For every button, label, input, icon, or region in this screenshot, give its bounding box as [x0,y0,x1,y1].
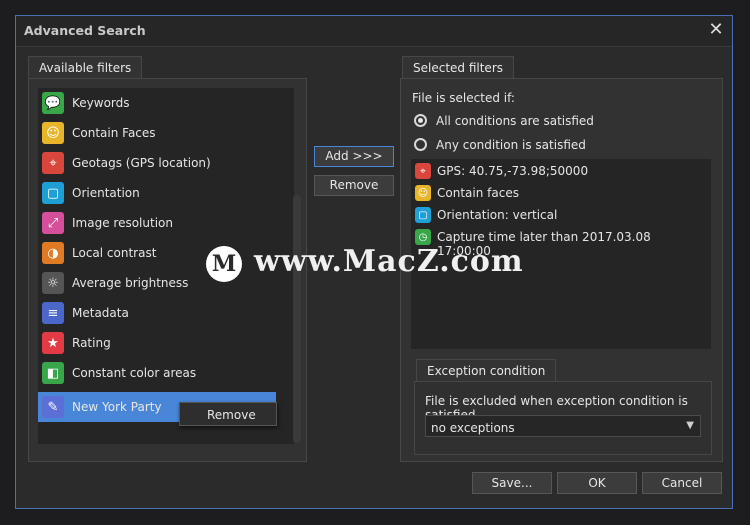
clock-icon: ◷ [415,229,431,245]
orientation-icon: ▢ [415,207,431,223]
context-menu: Remove [179,402,277,426]
rating-icon: ★ [42,332,64,354]
list-item-local-contrast[interactable]: ◑ Local contrast [40,238,292,268]
list-item-capture-time-filter[interactable]: ◷ Capture time later than 2017.03.08 17:… [415,227,705,258]
face-icon: ☺ [415,185,431,201]
list-item-average-brightness[interactable]: ☼ Average brightness [40,268,292,298]
list-item-label: Orientation: vertical [437,208,558,222]
contrast-icon: ◑ [42,242,64,264]
list-item-label: Constant color areas [72,366,197,380]
tab-exception-condition[interactable]: Exception condition [416,359,557,381]
list-item-label: Image resolution [72,216,173,230]
list-item-label: Contain faces [437,186,519,200]
list-item-label: Orientation [72,186,140,200]
geotag-icon: ⌖ [42,152,64,174]
orientation-icon: ▢ [42,182,64,204]
color-areas-icon: ◧ [42,362,64,384]
radio-all-label: All conditions are satisfied [436,114,594,128]
list-item-constant-color-areas[interactable]: ◧ Constant color areas [40,358,292,388]
list-item-gps-filter[interactable]: ⌖ GPS: 40.75,-73.98;50000 [415,161,705,181]
dialog-title: Advanced Search [24,23,146,38]
remove-filter-button[interactable]: Remove [314,175,394,196]
radio-any-condition[interactable] [414,138,427,151]
list-item-label: Capture time later than 2017.03.08 17:00… [437,230,651,258]
list-item-label: Average brightness [72,276,189,290]
list-item-keywords[interactable]: 💬 Keywords [40,88,292,118]
list-item-label: Rating [72,336,111,350]
face-icon: ☺ [42,122,64,144]
advanced-search-dialog: Advanced Search ✕ Available filters 💬 Ke… [15,15,733,509]
list-item-label: Geotags (GPS location) [72,156,211,170]
selected-filters-list: ⌖ GPS: 40.75,-73.98;50000 ☺ Contain face… [411,159,711,349]
list-item-faces-filter[interactable]: ☺ Contain faces [415,183,705,203]
chevron-down-icon: ▼ [686,420,694,431]
pencil-icon: ✎ [42,396,64,418]
close-icon[interactable]: ✕ [706,19,726,41]
tab-available-filters[interactable]: Available filters [28,56,143,78]
resolution-icon: ⤢ [42,212,64,234]
radio-all-conditions[interactable] [414,114,427,127]
save-button[interactable]: Save... [472,472,552,494]
selected-filters-panel: File is selected if: All conditions are … [400,78,723,462]
brightness-icon: ☼ [42,272,64,294]
list-item-rating[interactable]: ★ Rating [40,328,292,358]
selection-heading: File is selected if: [412,91,515,105]
metadata-icon: ≡ [42,302,64,324]
list-item-image-resolution[interactable]: ⤢ Image resolution [40,208,292,238]
keywords-icon: 💬 [42,92,64,114]
list-item-label: New York Party [72,400,162,414]
list-item-contain-faces[interactable]: ☺ Contain Faces [40,118,292,148]
geotag-icon: ⌖ [415,163,431,179]
list-item-label: Keywords [72,96,130,110]
list-item-orientation-filter[interactable]: ▢ Orientation: vertical [415,205,705,225]
title-bar: Advanced Search ✕ [16,16,732,47]
list-item-label: GPS: 40.75,-73.98;50000 [437,164,589,178]
radio-any-label: Any condition is satisfied [436,138,586,152]
list-item-label: Contain Faces [72,126,156,140]
list-item-label: Local contrast [72,246,157,260]
exception-panel: File is excluded when exception conditio… [414,381,712,455]
list-item-orientation[interactable]: ▢ Orientation [40,178,292,208]
exception-dropdown[interactable]: no exceptions ▼ [425,415,701,437]
list-scrollbar[interactable] [293,195,301,443]
ok-button[interactable]: OK [557,472,637,494]
list-item-metadata[interactable]: ≡ Metadata [40,298,292,328]
cancel-button[interactable]: Cancel [642,472,722,494]
list-item-geotags[interactable]: ⌖ Geotags (GPS location) [40,148,292,178]
dropdown-value: no exceptions [431,421,515,435]
list-item-label: Metadata [72,306,129,320]
tab-selected-filters[interactable]: Selected filters [402,56,514,78]
add-filter-button[interactable]: Add >>> [314,146,394,167]
available-filters-list: 💬 Keywords ☺ Contain Faces ⌖ Geotags (GP… [38,88,301,444]
context-menu-remove[interactable]: Remove [207,408,256,422]
